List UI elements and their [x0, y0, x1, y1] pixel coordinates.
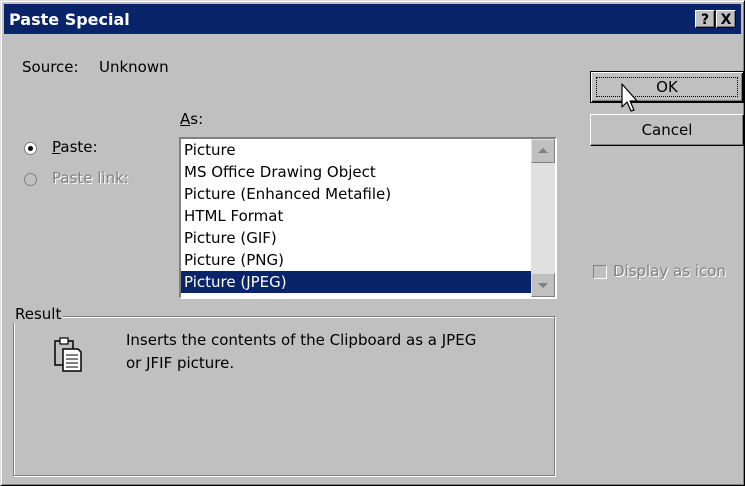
list-item[interactable]: Picture [181, 139, 531, 161]
result-description-line2: or JFIF picture. [126, 354, 235, 372]
paste-link-radio[interactable] [24, 173, 37, 186]
chevron-up-icon [538, 148, 548, 153]
source-label: Source: [22, 58, 79, 76]
ok-button[interactable]: OK [590, 71, 744, 103]
help-button[interactable]: ? [695, 10, 715, 28]
paste-format-listbox[interactable]: Picture MS Office Drawing Object Picture (… [179, 137, 557, 299]
display-as-icon-label: Display as icon [613, 262, 726, 280]
listbox-scrollbar[interactable] [531, 139, 555, 297]
list-item[interactable]: Picture (PNG) [181, 249, 531, 271]
scroll-up-button[interactable] [531, 139, 555, 163]
listbox-items: Picture MS Office Drawing Object Picture (… [181, 139, 531, 297]
dialog-title: Paste Special [9, 10, 130, 29]
display-as-icon-checkbox[interactable] [593, 265, 607, 279]
result-label: Result [13, 305, 64, 323]
paste-label: Paste: [52, 138, 98, 156]
paste-special-dialog: Paste Special ? X Source: Unknown As: Pa… [0, 0, 745, 486]
title-bar[interactable]: Paste Special ? X [4, 4, 741, 34]
as-label: As: [180, 110, 204, 128]
list-item[interactable]: Picture (JPEG) [181, 271, 531, 293]
radio-selected-dot [28, 146, 33, 151]
clipboard-icon [54, 337, 82, 372]
list-item[interactable]: Picture (Enhanced Metafile) [181, 183, 531, 205]
scroll-down-button[interactable] [531, 273, 555, 297]
close-button[interactable]: X [716, 10, 736, 28]
cancel-button[interactable]: Cancel [590, 114, 744, 146]
source-value: Unknown [99, 58, 169, 76]
paste-radio[interactable] [24, 142, 37, 155]
chevron-down-icon [538, 283, 548, 288]
list-item[interactable]: Picture (GIF) [181, 227, 531, 249]
mouse-cursor-icon [621, 83, 638, 112]
list-item[interactable]: HTML Format [181, 205, 531, 227]
result-description-line1: Inserts the contents of the Clipboard as… [126, 331, 477, 349]
paste-link-label: Paste link: [52, 169, 129, 187]
list-item[interactable]: MS Office Drawing Object [181, 161, 531, 183]
focus-rectangle [596, 77, 738, 97]
